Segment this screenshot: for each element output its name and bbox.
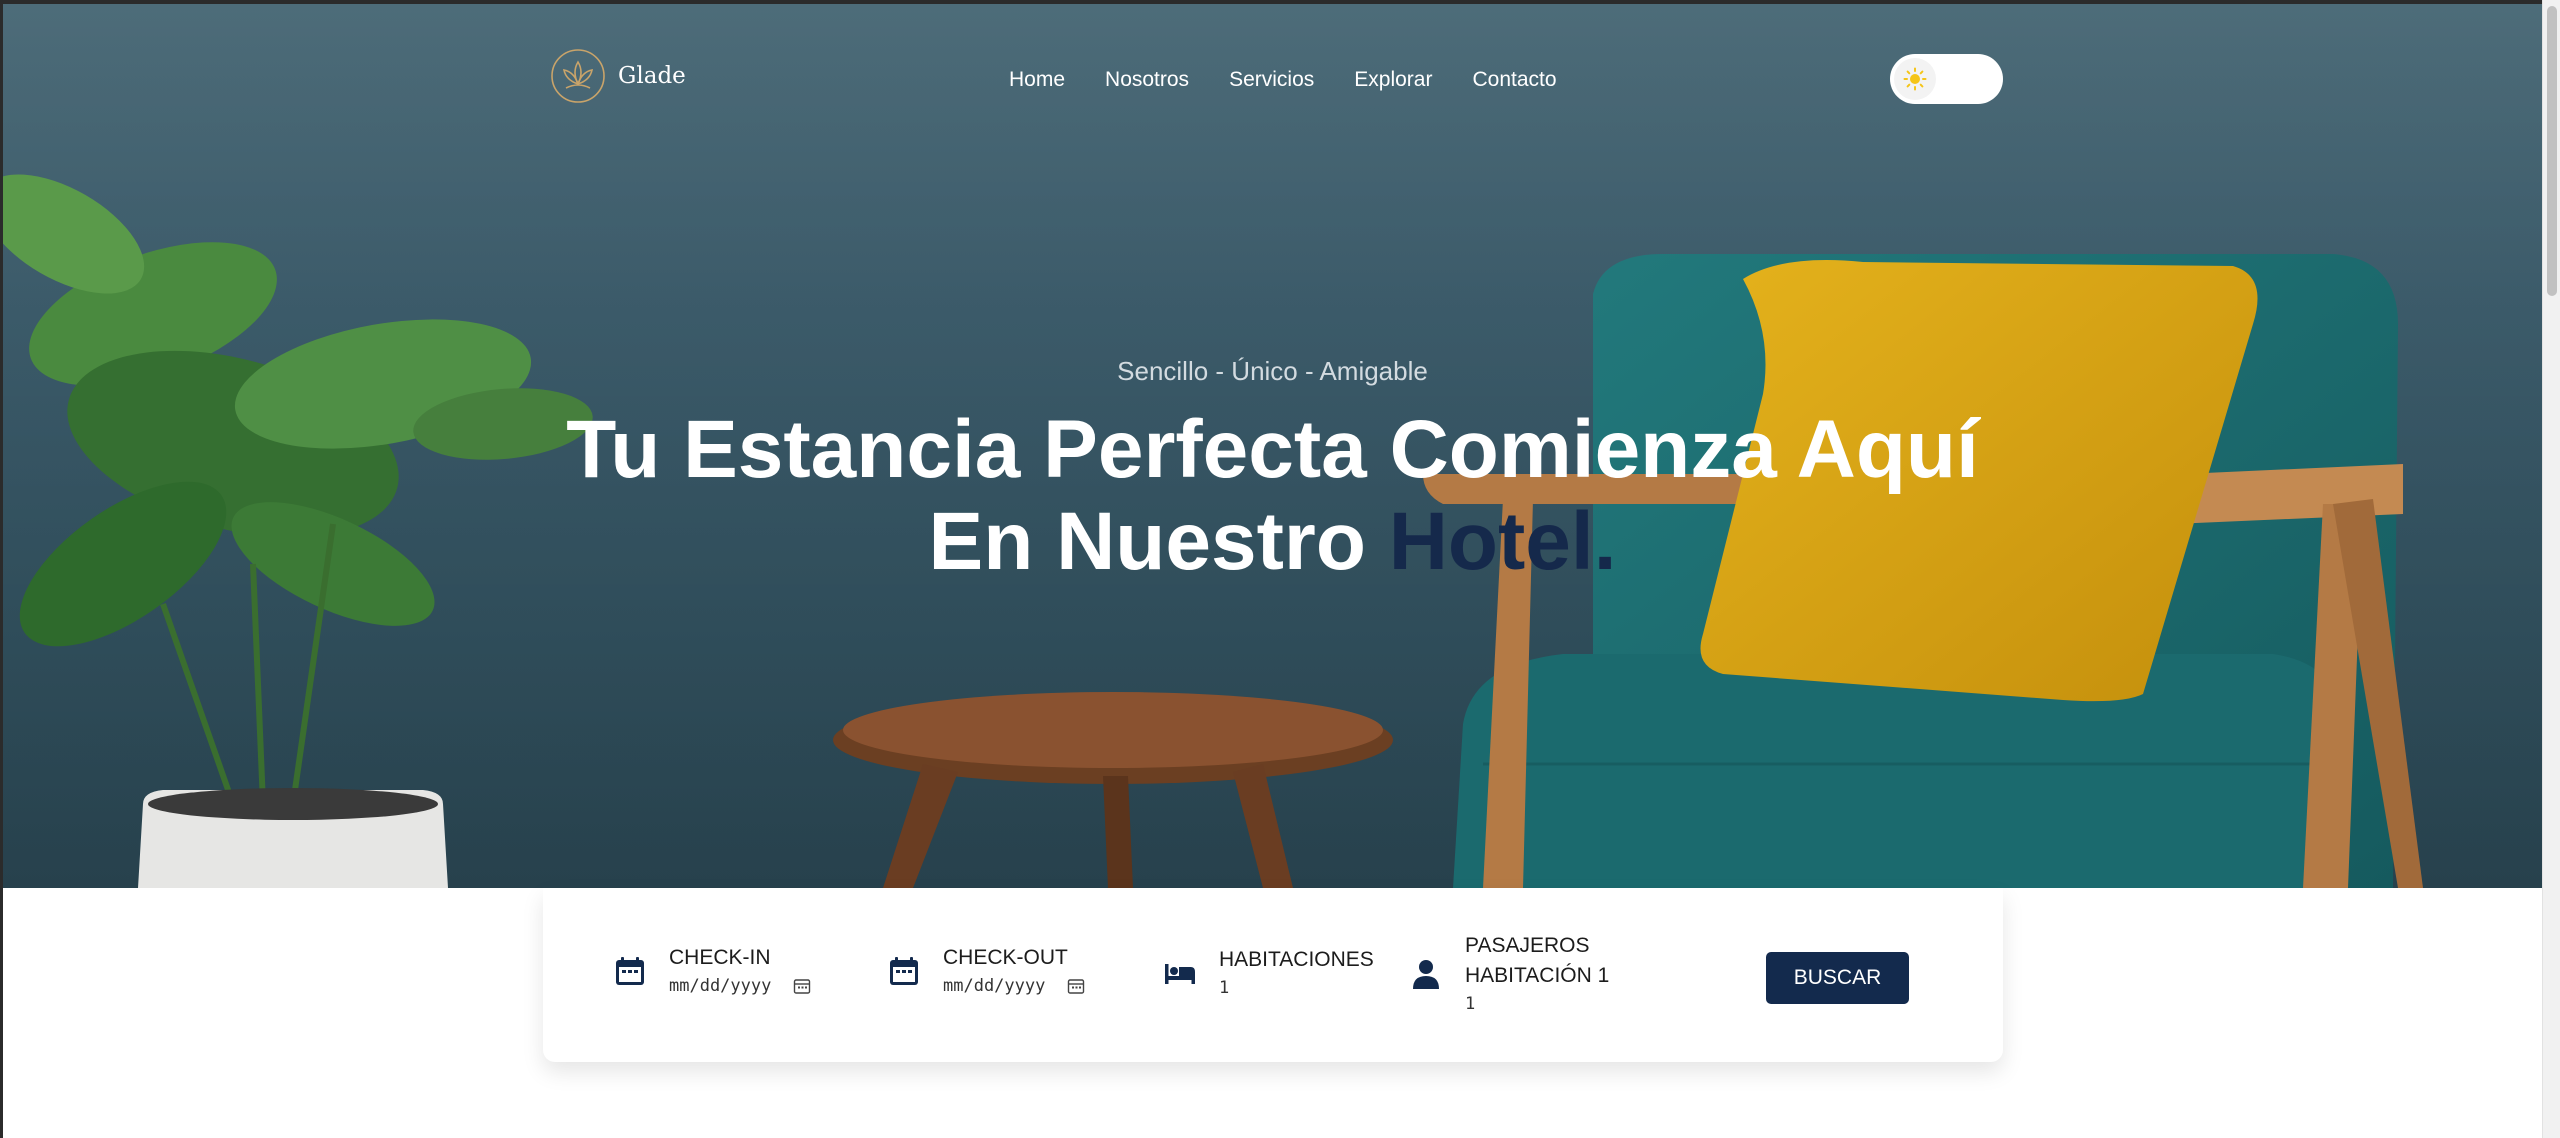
bed-icon — [1165, 964, 1195, 984]
guests-field[interactable]: PASAJEROS HABITACIÓN 1 1 — [1409, 934, 1609, 1014]
rooms-label: HABITACIONES — [1219, 948, 1374, 971]
calendar-icon — [890, 957, 918, 985]
booking-search-form: CHECK-IN mm/dd/yyyy CHECK-OUT mm/dd/yyyy… — [543, 888, 2003, 1062]
checkout-date-input[interactable]: mm/dd/yyyy — [943, 976, 1085, 996]
brand-name: Glade — [618, 63, 686, 89]
browser-viewport: Glade Home Nosotros Servicios Explorar C… — [3, 4, 2542, 1138]
calendar-icon — [616, 957, 644, 985]
hero-title: Tu Estancia Perfecta Comienza Aquí En Nu… — [3, 404, 2542, 588]
checkin-value: mm/dd/yyyy — [669, 976, 772, 996]
date-picker-icon[interactable] — [1067, 977, 1085, 995]
sun-icon — [1903, 67, 1927, 91]
checkout-value: mm/dd/yyyy — [943, 976, 1046, 996]
lotus-logo-icon — [551, 49, 605, 103]
checkin-field[interactable]: CHECK-IN mm/dd/yyyy — [613, 946, 811, 996]
date-picker-icon[interactable] — [793, 977, 811, 995]
search-button[interactable]: BUSCAR — [1766, 952, 1909, 1004]
hero-title-accent: Hotel. — [1388, 496, 1617, 587]
nav-link-home[interactable]: Home — [1009, 68, 1065, 92]
hero-title-line2: En Nuestro — [928, 496, 1389, 587]
checkout-label: CHECK-OUT — [943, 946, 1068, 969]
guests-value: 1 — [1465, 994, 1476, 1014]
main-navigation: Home Nosotros Servicios Explorar Contact… — [1009, 68, 1557, 92]
rooms-field[interactable]: HABITACIONES 1 — [1163, 948, 1374, 998]
checkin-date-input[interactable]: mm/dd/yyyy — [669, 976, 811, 996]
page-scrollbar[interactable] — [2542, 0, 2560, 1138]
checkin-label: CHECK-IN — [669, 946, 771, 969]
checkout-field[interactable]: CHECK-OUT mm/dd/yyyy — [887, 946, 1085, 996]
scrollbar-thumb[interactable] — [2547, 6, 2557, 296]
rooms-value: 1 — [1219, 978, 1230, 998]
toggle-knob — [1894, 58, 1936, 100]
nav-link-explorar[interactable]: Explorar — [1354, 68, 1432, 92]
guests-label-line2: HABITACIÓN 1 — [1465, 964, 1610, 987]
rooms-input[interactable]: 1 — [1219, 978, 1374, 998]
person-icon — [1413, 960, 1439, 989]
brand-logo[interactable]: Glade — [550, 48, 686, 104]
nav-link-nosotros[interactable]: Nosotros — [1105, 68, 1189, 92]
guests-input[interactable]: 1 — [1465, 994, 1609, 1014]
hero-tagline: Sencillo - Único - Amigable — [1117, 356, 1428, 386]
hero-section: Glade Home Nosotros Servicios Explorar C… — [3, 4, 2542, 888]
guests-label-line1: PASAJEROS — [1465, 934, 1590, 957]
nav-link-servicios[interactable]: Servicios — [1229, 68, 1314, 92]
theme-toggle[interactable] — [1890, 54, 2003, 104]
nav-link-contacto[interactable]: Contacto — [1472, 68, 1556, 92]
hero-title-line1: Tu Estancia Perfecta Comienza Aquí — [566, 404, 1979, 495]
